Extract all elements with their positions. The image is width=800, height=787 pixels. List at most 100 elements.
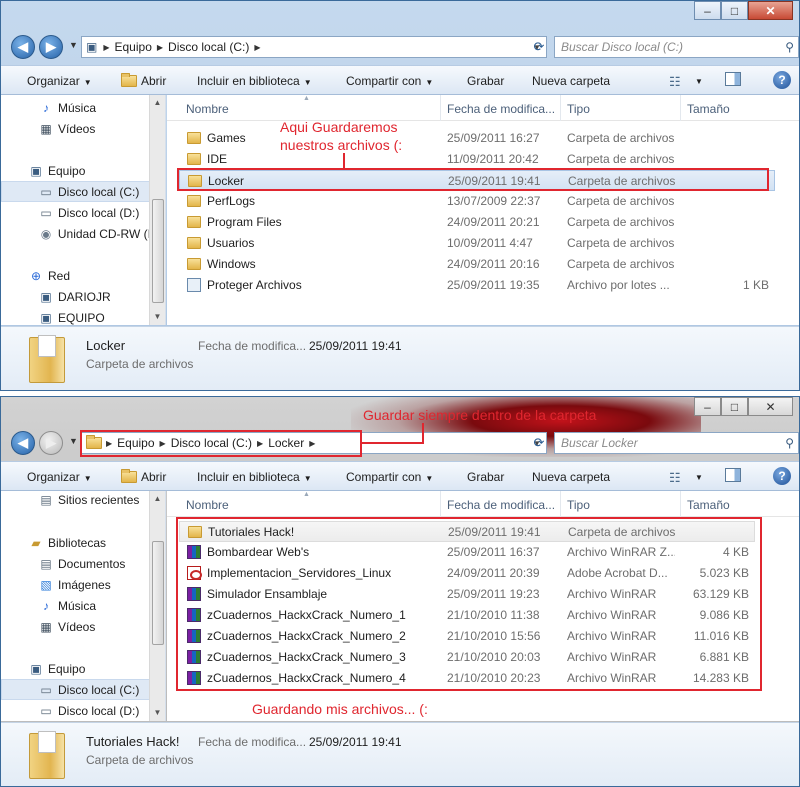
nav-item-sitios-recientes[interactable]: ▤ Sitios recientes bbox=[1, 489, 151, 510]
nav-item-imagenes[interactable]: ▧ Imágenes bbox=[1, 574, 151, 595]
forward-button[interactable]: ▶ bbox=[39, 431, 63, 455]
search-input[interactable]: Buscar Disco local (C:) ⚲ bbox=[554, 36, 799, 58]
chevron-down-icon: ▼ bbox=[425, 474, 434, 483]
refresh-button[interactable]: ⟳ bbox=[529, 432, 549, 454]
column-divider[interactable] bbox=[560, 95, 561, 121]
share-button[interactable]: Compartir con ▼ bbox=[346, 74, 433, 88]
video-icon: ▦ bbox=[40, 121, 52, 136]
column-divider[interactable] bbox=[440, 95, 441, 121]
scroll-up-icon[interactable]: ▲ bbox=[150, 491, 165, 507]
view-dropdown-icon[interactable]: ▼ bbox=[695, 77, 703, 86]
column-date[interactable]: Fecha de modifica... bbox=[447, 498, 555, 512]
nav-item-disco-d[interactable]: ▭ Disco local (D:) bbox=[1, 700, 151, 721]
breadcrumb-equipo[interactable]: Equipo bbox=[115, 40, 152, 54]
file-row[interactable]: IDE 11/09/2011 20:42 Carpeta de archivos bbox=[179, 149, 775, 170]
navigation-bar: ◀ ▶ ▼ ▣ ▶ Equipo ▶ Disco local (C:) ▶ ▼ … bbox=[9, 34, 799, 60]
folder-open-icon bbox=[121, 469, 137, 483]
file-row[interactable]: Program Files 24/09/2011 20:21 Carpeta de … bbox=[179, 212, 775, 233]
details-name: Locker bbox=[86, 338, 126, 353]
nav-item-red[interactable]: ⊕ Red bbox=[1, 265, 151, 286]
folder-icon bbox=[187, 132, 201, 144]
open-button[interactable]: Abrir bbox=[121, 73, 166, 88]
column-date[interactable]: Fecha de modifica... bbox=[447, 102, 555, 116]
recent-pages-dropdown[interactable]: ▼ bbox=[69, 436, 78, 446]
scroll-thumb[interactable] bbox=[152, 199, 164, 303]
nav-item-dariojr[interactable]: ▣ DARIOJR bbox=[1, 286, 151, 307]
address-bar[interactable]: ▣ ▶ Equipo ▶ Disco local (C:) ▶ ▼ bbox=[81, 36, 547, 58]
breadcrumb-separator-icon[interactable]: ▶ bbox=[254, 43, 260, 52]
file-row[interactable]: Windows 24/09/2011 20:16 Carpeta de archiv… bbox=[179, 254, 775, 275]
nav-item-videos[interactable]: ▦ Vídeos bbox=[1, 118, 151, 139]
column-type[interactable]: Tipo bbox=[567, 102, 590, 116]
include-library-button[interactable]: Incluir en biblioteca ▼ bbox=[197, 470, 312, 484]
organize-button[interactable]: Organizar ▼ bbox=[27, 74, 92, 88]
burn-button[interactable]: Grabar bbox=[467, 74, 504, 88]
preview-pane-icon[interactable] bbox=[725, 72, 741, 86]
back-button[interactable]: ◀ bbox=[11, 35, 35, 59]
recent-pages-dropdown[interactable]: ▼ bbox=[69, 40, 78, 50]
column-size[interactable]: Tamaño bbox=[687, 498, 730, 512]
include-library-button[interactable]: Incluir en biblioteca ▼ bbox=[197, 74, 312, 88]
breadcrumb-disco-c[interactable]: Disco local (C:) bbox=[168, 40, 249, 54]
nav-item-bibliotecas[interactable]: ▰ Bibliotecas bbox=[1, 532, 151, 553]
file-row[interactable]: Games 25/09/2011 16:27 Carpeta de archivos bbox=[179, 128, 775, 149]
column-divider[interactable] bbox=[440, 491, 441, 517]
minimize-button[interactable]: – bbox=[694, 397, 721, 416]
column-divider[interactable] bbox=[680, 491, 681, 517]
preview-pane-icon[interactable] bbox=[725, 468, 741, 482]
network-icon: ⊕ bbox=[30, 268, 42, 283]
explorer-window-disco-c: – □ ✕ ◀ ▶ ▼ ▣ ▶ Equipo ▶ Disco local (C:… bbox=[0, 0, 800, 391]
column-divider[interactable] bbox=[680, 95, 681, 121]
column-name[interactable]: Nombre bbox=[186, 102, 229, 116]
search-input[interactable]: Buscar Locker ⚲ bbox=[554, 432, 799, 454]
open-button[interactable]: Abrir bbox=[121, 469, 166, 484]
close-button[interactable]: ✕ bbox=[748, 1, 793, 20]
view-options-icon[interactable]: ☷ bbox=[669, 74, 681, 90]
breadcrumb-separator-icon[interactable]: ▶ bbox=[157, 43, 163, 52]
nav-item-cd-rw[interactable]: ◉ Unidad CD-RW (I bbox=[1, 223, 151, 244]
view-dropdown-icon[interactable]: ▼ bbox=[695, 473, 703, 482]
file-row[interactable]: PerfLogs 13/07/2009 22:37 Carpeta de archi… bbox=[179, 191, 775, 212]
maximize-button[interactable]: □ bbox=[721, 1, 748, 20]
nav-item-disco-c[interactable]: ▭ Disco local (C:) bbox=[1, 679, 151, 700]
help-button[interactable]: ? bbox=[773, 467, 791, 485]
new-folder-button[interactable]: Nueva carpeta bbox=[532, 74, 610, 88]
scroll-up-icon[interactable]: ▲ bbox=[150, 95, 165, 111]
search-icon[interactable]: ⚲ bbox=[785, 40, 794, 54]
maximize-button[interactable]: □ bbox=[721, 397, 748, 416]
column-type[interactable]: Tipo bbox=[567, 498, 590, 512]
burn-button[interactable]: Grabar bbox=[467, 470, 504, 484]
column-divider[interactable] bbox=[560, 491, 561, 517]
search-icon[interactable]: ⚲ bbox=[785, 436, 794, 450]
nav-scrollbar[interactable]: ▲ ▼ bbox=[149, 491, 165, 721]
new-folder-button[interactable]: Nueva carpeta bbox=[532, 470, 610, 484]
close-button[interactable]: ✕ bbox=[748, 397, 793, 416]
organize-button[interactable]: Organizar ▼ bbox=[27, 470, 92, 484]
details-pane: Locker Carpeta de archivos Fecha de modi… bbox=[1, 326, 799, 390]
nav-item-equipo[interactable]: ▣ Equipo bbox=[1, 160, 151, 181]
column-name[interactable]: Nombre bbox=[186, 498, 229, 512]
refresh-button[interactable]: ⟳ bbox=[529, 36, 549, 58]
nav-item-disco-d[interactable]: ▭ Disco local (D:) bbox=[1, 202, 151, 223]
help-icon: ? bbox=[778, 73, 786, 87]
file-row[interactable]: Usuarios 10/09/2011 4:47 Carpeta de archiv… bbox=[179, 233, 775, 254]
column-size[interactable]: Tamaño bbox=[687, 102, 730, 116]
nav-item-disco-c[interactable]: ▭ Disco local (C:) bbox=[1, 181, 151, 202]
nav-item-musica[interactable]: ♪ Música bbox=[1, 595, 151, 616]
scroll-down-icon[interactable]: ▼ bbox=[150, 705, 165, 721]
help-button[interactable]: ? bbox=[773, 71, 791, 89]
view-options-icon[interactable]: ☷ bbox=[669, 470, 681, 486]
minimize-button[interactable]: – bbox=[694, 1, 721, 20]
nav-item-musica[interactable]: ♪ Música bbox=[1, 97, 151, 118]
nav-item-documentos[interactable]: ▤ Documentos bbox=[1, 553, 151, 574]
nav-item-equipo[interactable]: ▣ Equipo bbox=[1, 658, 151, 679]
scroll-thumb[interactable] bbox=[152, 541, 164, 645]
back-button[interactable]: ◀ bbox=[11, 431, 35, 455]
share-button[interactable]: Compartir con ▼ bbox=[346, 470, 433, 484]
nav-scrollbar[interactable]: ▲ ▼ bbox=[149, 95, 165, 325]
nav-item-equipo-2[interactable]: ▣ EQUIPO bbox=[1, 307, 151, 328]
forward-button[interactable]: ▶ bbox=[39, 35, 63, 59]
nav-item-videos[interactable]: ▦ Vídeos bbox=[1, 616, 151, 637]
file-row[interactable]: Proteger Archivos 25/09/2011 19:35 Archivo… bbox=[179, 275, 775, 296]
scroll-down-icon[interactable]: ▼ bbox=[150, 309, 165, 325]
